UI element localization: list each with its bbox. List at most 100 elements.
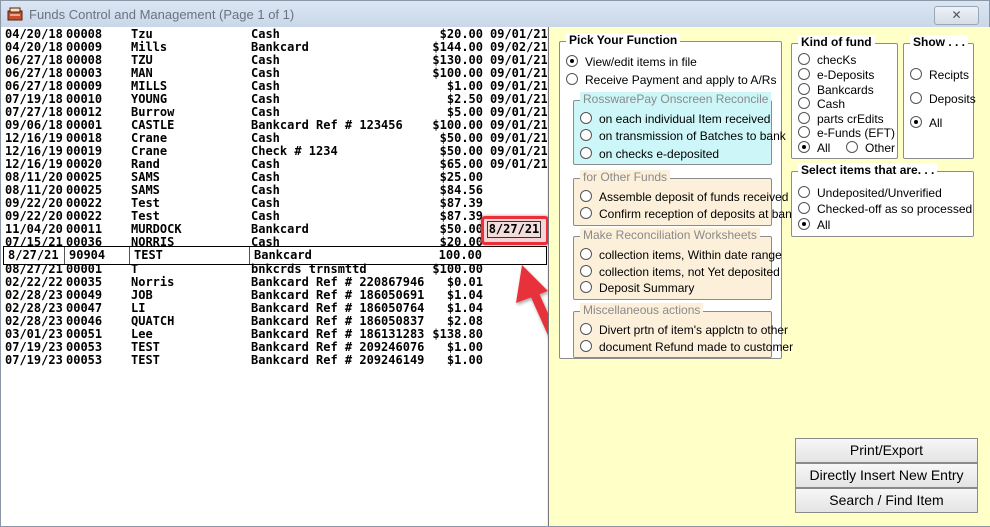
other-funds-label: for Other Funds [580,170,671,184]
option-deposit-summary[interactable]: Deposit Summary [580,281,694,295]
radio-icon[interactable] [580,147,592,159]
option-divert-portion[interactable]: Divert prtn of item's applctn to other [580,323,788,337]
selected-date[interactable]: 8/27/21 [8,248,59,262]
radio-icon[interactable] [798,53,810,65]
show-group: Show . . . Recipts Deposits All [903,35,976,159]
option-label: Undeposited/Unverified [817,186,942,200]
radio-icon[interactable] [910,68,922,80]
option-label: e-Deposits [817,68,875,82]
fund-parts-credits[interactable]: parts crEdits [798,112,884,126]
close-button[interactable]: ✕ [934,6,979,25]
selected-num[interactable]: 90904 [69,248,105,262]
radio-icon[interactable] [798,112,810,124]
row-date2: 09/01/21 [490,157,547,171]
fund-bankcards[interactable]: Bankcards [798,83,874,97]
misc-actions-group: Miscellaneous actions Divert prtn of ite… [573,303,793,358]
highlighted-date-callout: 8/27/21 [481,216,549,245]
option-recon-not-deposited[interactable]: collection items, not Yet deposited [580,265,780,279]
radio-icon[interactable] [580,281,592,293]
row-number: 00053 [66,353,103,367]
option-assemble-deposit[interactable]: Assemble deposit of funds received [580,190,788,204]
radio-selected-icon[interactable] [798,218,810,230]
radio-icon[interactable] [846,141,858,153]
option-label: Assemble deposit of funds received [599,190,789,204]
option-view-edit[interactable]: View/edit items in file [566,55,697,69]
radio-selected-icon[interactable] [910,116,922,128]
reconciliation-group: Make Reconciliation Worksheets collectio… [573,228,782,300]
radio-icon[interactable] [580,112,592,124]
option-document-refund[interactable]: document Refund made to customer [580,340,793,354]
radio-icon[interactable] [798,97,810,109]
option-label: on transmission of Batches to bank [599,129,786,143]
option-recon-date-range[interactable]: collection items, Within date range [580,248,782,262]
pick-function-group: Pick Your Function View/edit items in fi… [559,33,798,359]
print-export-button[interactable]: Print/Export [795,438,978,463]
show-recipts[interactable]: Recipts [910,68,969,82]
radio-icon[interactable] [580,323,592,335]
option-label: Confirm reception of deposits at bank [599,207,798,221]
radio-icon[interactable] [580,340,592,352]
option-label: collection items, not Yet deposited [599,265,780,279]
cell-divider [129,247,130,264]
option-label: on checks e-deposited [599,147,720,161]
radio-icon[interactable] [910,92,922,104]
fund-e-funds[interactable]: e-Funds (EFT) [798,126,895,140]
show-deposits[interactable]: Deposits [910,92,976,106]
select-checked-off[interactable]: Checked-off as so processed [798,202,972,216]
insert-entry-button[interactable]: Directly Insert New Entry [795,463,978,488]
selected-name[interactable]: TEST [134,248,163,262]
selected-date2-field[interactable]: 8/27/21 [487,221,541,238]
row-date: 07/19/23 [5,353,63,367]
app-icon [7,7,23,21]
radio-icon[interactable] [798,68,810,80]
option-rpay-batch[interactable]: on transmission of Batches to bank [580,129,786,143]
row-name: TEST [131,353,160,367]
radio-selected-icon[interactable] [798,141,810,153]
fund-checks[interactable]: checKs [798,53,856,67]
radio-icon[interactable] [798,126,810,138]
cell-divider [249,247,250,264]
option-confirm-deposit[interactable]: Confirm reception of deposits at bank [580,207,798,221]
option-label: Checked-off as so processed [817,202,973,216]
cell-divider [64,247,65,264]
show-all[interactable]: All [910,116,942,130]
option-receive-payment[interactable]: Receive Payment and apply to A/Rs [566,73,776,87]
radio-icon[interactable] [798,186,810,198]
radio-icon[interactable] [580,248,592,260]
radio-icon[interactable] [798,83,810,95]
fund-cash[interactable]: Cash [798,97,845,111]
selected-amount[interactable]: 100.00 [416,248,482,262]
option-label: All [929,116,943,130]
option-rpay-item[interactable]: on each individual Item received [580,112,770,126]
selected-type[interactable]: Bankcard [254,248,312,262]
option-label: checKs [817,53,857,67]
option-label: collection items, Within date range [599,248,782,262]
records-list[interactable]: 04/20/18 00008 Tzu Cash $20.00 09/01/21 04/20/… [1,27,547,526]
option-label: document Refund made to customer [599,340,794,354]
select-undeposited[interactable]: Undeposited/Unverified [798,186,942,200]
radio-icon[interactable] [566,73,578,85]
fund-all[interactable]: All [798,141,830,155]
radio-icon[interactable] [798,202,810,214]
option-label: All [817,218,831,232]
radio-icon[interactable] [580,129,592,141]
fund-other[interactable]: Other [846,141,895,155]
rosswarepay-group: RosswarePay Onscreen Reconcile on each i… [573,92,786,165]
funds-window: Funds Control and Management (Page 1 of … [0,0,990,527]
kind-of-fund-group: Kind of fund checKs e-Deposits Bankcards… [791,35,898,159]
radio-selected-icon[interactable] [566,55,578,67]
select-all[interactable]: All [798,218,830,232]
table-row[interactable]: 07/19/23 00053 TEST Bankcard Ref # 20924614… [1,354,547,367]
option-label: parts crEdits [817,112,884,126]
search-find-button[interactable]: Search / Find Item [795,488,978,513]
option-label: Cash [817,97,846,111]
option-rpay-checks[interactable]: on checks e-deposited [580,147,719,161]
radio-icon[interactable] [580,207,592,219]
option-label: Deposit Summary [599,281,695,295]
radio-icon[interactable] [580,265,592,277]
option-label: Divert prtn of item's applctn to other [599,323,789,337]
title-bar: Funds Control and Management (Page 1 of … [1,1,989,27]
fund-e-deposits[interactable]: e-Deposits [798,68,874,82]
row-amount: $1.00 [446,353,483,367]
radio-icon[interactable] [580,190,592,202]
